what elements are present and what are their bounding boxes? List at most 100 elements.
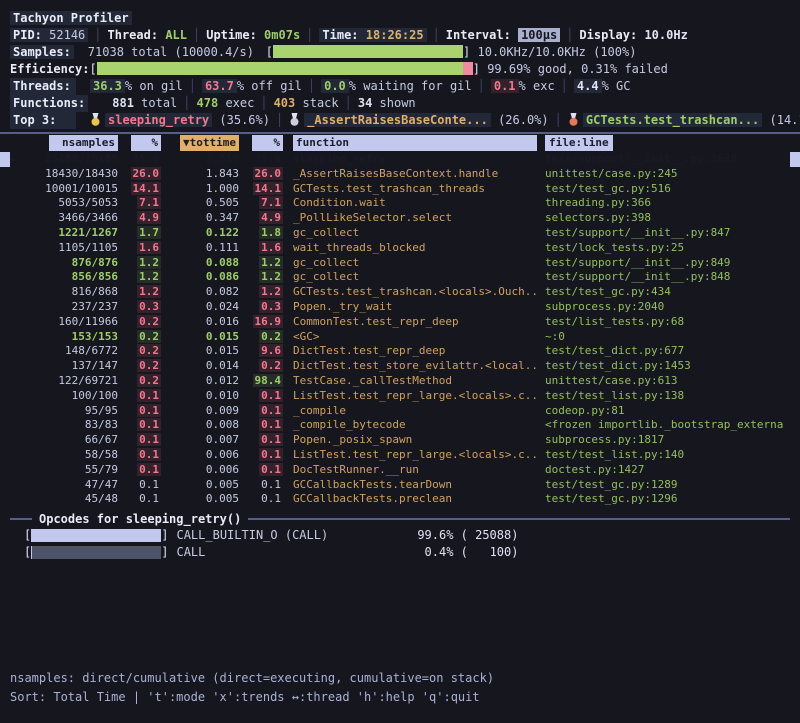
table-row[interactable]: 45/48 0.1 0.005 0.1 GCCallbackTests.prec… bbox=[10, 492, 790, 507]
cell-function: _PollLikeSelector.select bbox=[293, 211, 537, 226]
cell-pct-direct: 14.1 bbox=[118, 182, 161, 197]
top-function[interactable]: _AssertRaisesBaseConte... (26.0%)│ bbox=[289, 113, 568, 127]
table-row[interactable]: 18430/18430 26.0 1.843 26.0 _AssertRaise… bbox=[10, 167, 790, 182]
opcode-name: CALL_BUILTIN_O (CALL) bbox=[176, 527, 408, 544]
thread-value[interactable]: ALL bbox=[165, 28, 187, 42]
cell-function: _compile bbox=[293, 404, 537, 419]
thread-stat: 36.3% on gil│ bbox=[90, 79, 202, 93]
table-row[interactable]: 100/100 0.1 0.010 0.1 ListTest.test_repr… bbox=[10, 389, 790, 404]
cell-function: GCTests.test_trashcan_threads bbox=[293, 182, 537, 197]
table-row[interactable]: 148/6772 0.2 0.015 9.6 DictTest.test_rep… bbox=[10, 344, 790, 359]
table-row[interactable]: 95/95 0.1 0.009 0.1 _compile codeop.py:8… bbox=[10, 404, 790, 419]
table-top-rule bbox=[0, 132, 800, 134]
cell-pct-direct: 1.2 bbox=[118, 270, 161, 285]
cell-tottime: 0.009 bbox=[161, 404, 239, 419]
opcode-bar bbox=[31, 529, 161, 542]
table-row[interactable]: 83/83 0.1 0.008 0.1 _compile_bytecode <f… bbox=[10, 418, 790, 433]
column-header-pct2[interactable]: % bbox=[239, 135, 283, 151]
cell-pct-cumulative: 7.1 bbox=[239, 196, 283, 211]
opcode-bar-fill bbox=[31, 546, 32, 559]
table-row[interactable]: 58/58 0.1 0.006 0.1 ListTest.test_repr_l… bbox=[10, 448, 790, 463]
samples-total: 71038 total (10000.4/s) bbox=[88, 44, 266, 61]
cell-nsamples: 148/6772 bbox=[20, 344, 118, 359]
cell-function: CommonTest.test_repr_deep bbox=[293, 315, 537, 330]
threads-label: Threads: bbox=[10, 78, 76, 95]
table-row[interactable]: 876/876 1.2 0.088 1.2 gc_collect test/su… bbox=[10, 256, 790, 271]
cell-tottime: 1.843 bbox=[161, 167, 239, 182]
table-row[interactable]: 55/79 0.1 0.006 0.1 DocTestRunner.__run … bbox=[10, 463, 790, 478]
top-function[interactable]: sleeping_retry (35.6%)│ bbox=[90, 113, 289, 127]
cell-file-line: codeop.py:81 bbox=[545, 404, 790, 419]
efficiency-label: Efficiency: bbox=[10, 62, 89, 76]
bar-close-bracket: ] bbox=[463, 45, 470, 59]
divider: │ bbox=[560, 28, 579, 42]
cell-file-line: test/test_dict.py:677 bbox=[545, 344, 790, 359]
cell-tottime: 0.016 bbox=[161, 315, 239, 330]
time-label: Time: bbox=[322, 28, 358, 42]
table-row[interactable]: 1221/1267 1.7 0.122 1.8 gc_collect test/… bbox=[10, 226, 790, 241]
cell-file-line: threading.py:366 bbox=[545, 196, 790, 211]
opcode-percent: 0.4% ( 100) bbox=[408, 544, 518, 561]
table-row[interactable]: 25188/25189 35.6 2.519 35.6 sleeping_ret… bbox=[10, 152, 790, 167]
cell-tottime: 0.347 bbox=[161, 211, 239, 226]
table-row[interactable]: 10001/10015 14.1 1.000 14.1 GCTests.test… bbox=[10, 182, 790, 197]
table-row[interactable]: 153/153 0.2 0.015 0.2 <GC> ~:0 bbox=[10, 330, 790, 345]
cell-tottime: 0.015 bbox=[161, 330, 239, 345]
cell-nsamples: 10001/10015 bbox=[20, 182, 118, 197]
table-row[interactable]: 816/868 1.2 0.082 1.2 GCTests.test_trash… bbox=[10, 285, 790, 300]
opcodes-section-header: Opcodes for sleeping_retry() bbox=[10, 511, 790, 527]
cell-tottime: 0.005 bbox=[161, 478, 239, 493]
divider: │ bbox=[302, 79, 321, 93]
table-row[interactable]: 5053/5053 7.1 0.505 7.1 Condition.wait t… bbox=[10, 196, 790, 211]
top3-line: Top 3:sleeping_retry (35.6%)│_AssertRais… bbox=[10, 112, 790, 129]
cell-tottime: 1.000 bbox=[161, 182, 239, 197]
table-row[interactable]: 237/237 0.3 0.024 0.3 Popen._try_wait su… bbox=[10, 300, 790, 315]
table-row[interactable]: 856/856 1.2 0.086 1.2 gc_collect test/su… bbox=[10, 270, 790, 285]
cell-file-line: test/test_gc.py:1289 bbox=[545, 478, 790, 493]
table-header: nsamples % ▼tottime % function file:line bbox=[10, 135, 790, 151]
cell-function: Popen._try_wait bbox=[293, 300, 537, 315]
table-row[interactable]: 66/67 0.1 0.007 0.1 Popen._posix_spawn s… bbox=[10, 433, 790, 448]
table-row[interactable]: 47/47 0.1 0.005 0.1 GCCallbackTests.tear… bbox=[10, 478, 790, 493]
column-header-function[interactable]: function bbox=[293, 135, 537, 151]
column-header-nsamples[interactable]: nsamples bbox=[20, 135, 118, 151]
cell-file-line: selectors.py:398 bbox=[545, 211, 790, 226]
cell-pct-direct: 0.1 bbox=[118, 492, 161, 507]
table-row[interactable]: 137/147 0.2 0.014 0.2 DictTest.test_stor… bbox=[10, 359, 790, 374]
cell-tottime: 0.006 bbox=[161, 448, 239, 463]
table-row[interactable]: 160/11966 0.2 0.016 16.9 CommonTest.test… bbox=[10, 315, 790, 330]
column-header-file-line[interactable]: file:line bbox=[545, 135, 790, 151]
interval-value[interactable]: 100µs bbox=[518, 28, 560, 42]
cell-pct-direct: 7.1 bbox=[118, 196, 161, 211]
cell-tottime: 0.005 bbox=[161, 492, 239, 507]
functions-label: Functions: bbox=[10, 95, 88, 112]
table-row[interactable]: 1105/1105 1.6 0.111 1.6 wait_threads_blo… bbox=[10, 241, 790, 256]
cell-pct-cumulative: 1.2 bbox=[239, 256, 283, 271]
display-value: 10.0Hz bbox=[644, 28, 687, 42]
cell-nsamples: 122/69721 bbox=[20, 374, 118, 389]
table-row[interactable]: 3466/3466 4.9 0.347 4.9 _PollLikeSelecto… bbox=[10, 211, 790, 226]
uptime-value: 0m07s bbox=[264, 28, 300, 42]
table-row[interactable]: 122/69721 0.2 0.012 98.4 TestCase._callT… bbox=[10, 374, 790, 389]
cell-pct-direct: 0.1 bbox=[118, 448, 161, 463]
column-header-tottime-sorted[interactable]: ▼tottime bbox=[161, 135, 239, 151]
cell-pct-direct: 1.2 bbox=[118, 285, 161, 300]
row-selection-marker bbox=[10, 152, 20, 168]
display-label: Display: bbox=[579, 28, 637, 42]
cell-file-line: test/test_gc.py:434 bbox=[545, 285, 790, 300]
profiler-screen: Tachyon Profiler PID: 52146│Thread: ALL│… bbox=[0, 0, 800, 723]
divider: │ bbox=[187, 28, 206, 42]
cell-file-line: test/support/__init__.py:847 bbox=[545, 226, 790, 241]
divider: │ bbox=[270, 113, 289, 127]
column-header-pct1[interactable]: % bbox=[118, 135, 161, 151]
samples-line: Samples:71038 total (10000.4/s)[] 10.0KH… bbox=[10, 44, 790, 61]
top-function[interactable]: GCTests.test_trashcan... (14.1%)│ bbox=[568, 113, 800, 127]
rule-line bbox=[248, 518, 790, 520]
cell-pct-direct: 1.2 bbox=[118, 256, 161, 271]
cell-tottime: 0.122 bbox=[161, 226, 239, 241]
divider: │ bbox=[177, 96, 196, 110]
cell-pct-cumulative: 0.1 bbox=[239, 463, 283, 478]
function-stat: 34 shown│ bbox=[358, 96, 416, 110]
cell-pct-cumulative: 14.1 bbox=[239, 182, 283, 197]
cell-tottime: 0.082 bbox=[161, 285, 239, 300]
